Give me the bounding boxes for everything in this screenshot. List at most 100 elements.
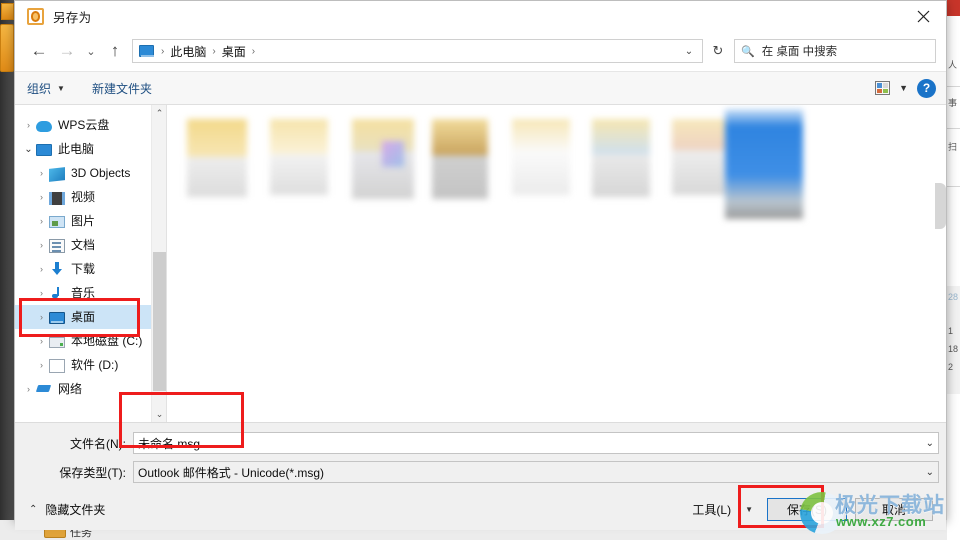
sidebar-item-label: 视频 <box>71 190 96 204</box>
sidebar-item-8[interactable]: › 桌面 <box>15 305 166 329</box>
address-dropdown-button[interactable]: ⌄ <box>680 40 698 62</box>
chevron-down-icon[interactable]: ▼ <box>899 83 908 93</box>
sidebar-item-6[interactable]: › 下载 <box>15 257 166 281</box>
background-divider <box>947 128 960 129</box>
chevron-right-icon[interactable]: › <box>21 120 36 130</box>
sidebar-item-0[interactable]: › WPS云盘 <box>15 113 166 137</box>
scrollbar-thumb[interactable] <box>153 252 166 391</box>
download-icon <box>49 261 65 277</box>
command-toolbar: 组织 ▼ 新建文件夹 ▼ ? <box>15 71 946 105</box>
breadcrumb-separator: › <box>212 45 216 57</box>
chevron-right-icon[interactable]: › <box>34 192 49 202</box>
refresh-button[interactable]: ↻ <box>706 39 730 63</box>
background-app-icon-top <box>1 3 14 20</box>
new-folder-button[interactable]: 新建文件夹 <box>92 80 152 97</box>
file-item-thumbnail[interactable] <box>512 119 570 195</box>
dialog-footer: ⌃ 隐藏文件夹 工具(L) ▼ 保存(S) 取消 <box>15 488 946 530</box>
scroll-down-button[interactable]: ⌄ <box>152 406 166 422</box>
file-list-scroll-indicator[interactable] <box>935 183 946 229</box>
cube-icon <box>49 166 65 182</box>
chevron-right-icon[interactable]: › <box>34 312 49 322</box>
close-button[interactable] <box>901 1 946 31</box>
filename-row: 文件名(N): 未命名.msg ⌄ <box>15 432 939 454</box>
cancel-button[interactable]: 取消 <box>855 497 933 521</box>
footer-buttons: 工具(L) ▼ 保存(S) 取消 <box>686 497 933 521</box>
chevron-down-icon[interactable]: ⌄ <box>926 438 934 449</box>
picture-icon <box>49 216 65 228</box>
chevron-up-icon: ⌃ <box>29 503 38 515</box>
chevron-right-icon[interactable]: › <box>34 360 49 370</box>
hide-folders-toggle[interactable]: ⌃ 隐藏文件夹 <box>29 501 105 518</box>
sidebar-item-label: WPS云盘 <box>58 118 110 132</box>
address-bar[interactable]: › 此电脑 › 桌面 › ⌄ <box>132 39 703 63</box>
background-text-fragment: 28 <box>948 292 959 302</box>
sidebar-item-9[interactable]: › 本地磁盘 (C:) <box>15 329 166 353</box>
breadcrumb-item-desktop[interactable]: 桌面 <box>220 43 248 60</box>
background-text-fragment: 扫 <box>948 142 958 152</box>
sidebar-item-label: 图片 <box>71 214 96 228</box>
chevron-right-icon[interactable]: › <box>34 240 49 250</box>
background-divider <box>947 86 960 87</box>
chevron-right-icon[interactable]: › <box>34 336 49 346</box>
view-layout-icon[interactable] <box>875 81 891 95</box>
sidebar-item-7[interactable]: › 音乐 <box>15 281 166 305</box>
chevron-right-icon[interactable]: › <box>21 384 36 394</box>
sidebar-item-label: 本地磁盘 (C:) <box>71 334 143 348</box>
file-list-pane[interactable] <box>167 105 946 422</box>
search-input[interactable]: 在 桌面 中搜索 <box>762 43 837 59</box>
sidebar-item-5[interactable]: › 文档 <box>15 233 166 257</box>
filename-input[interactable]: 未命名.msg ⌄ <box>133 432 939 454</box>
background-text-fragment: 1 <box>948 326 954 336</box>
back-button[interactable]: ← <box>25 37 53 65</box>
chevron-right-icon[interactable]: › <box>34 264 49 274</box>
breadcrumb-separator: › <box>251 45 256 57</box>
tools-label: 工具(L) <box>692 502 732 517</box>
sidebar-item-4[interactable]: › 图片 <box>15 209 166 233</box>
sidebar-item-label: 文档 <box>71 238 96 252</box>
background-app-icon-second <box>0 24 14 72</box>
background-red-bar <box>947 0 960 16</box>
sidebar-item-2[interactable]: › 3D Objects <box>15 161 166 185</box>
scroll-up-button[interactable]: ⌃ <box>152 105 166 121</box>
file-item-thumbnail[interactable] <box>187 119 247 197</box>
network-icon <box>36 381 52 397</box>
organize-button[interactable]: 组织 ▼ <box>27 80 65 97</box>
file-item-thumbnail-selected[interactable] <box>725 109 803 219</box>
sidebar-item-1[interactable]: ⌄ 此电脑 <box>15 137 166 161</box>
sidebar-scrollbar[interactable]: ⌃ ⌄ <box>151 105 166 422</box>
file-item-thumbnail[interactable] <box>672 119 730 195</box>
chevron-down-icon[interactable]: ⌄ <box>21 144 36 155</box>
chevron-down-icon: ▼ <box>745 504 753 514</box>
file-icon <box>49 358 65 373</box>
title-bar: 另存为 <box>15 1 946 31</box>
background-right-panel <box>947 0 960 540</box>
background-grey-band <box>947 286 960 394</box>
file-item-thumbnail[interactable] <box>432 119 488 199</box>
chevron-right-icon[interactable]: › <box>34 216 49 226</box>
recent-locations-button[interactable]: ⌄ <box>81 37 101 65</box>
file-item-thumbnail[interactable] <box>270 119 328 195</box>
music-icon <box>49 285 65 301</box>
up-button[interactable]: ↑ <box>101 37 129 65</box>
background-text-fragment: 人 <box>948 60 958 70</box>
save-button[interactable]: 保存(S) <box>767 497 847 521</box>
chevron-right-icon[interactable]: › <box>34 168 49 178</box>
search-box[interactable]: 🔍 在 桌面 中搜索 <box>734 39 936 63</box>
help-button[interactable]: ? <box>917 78 936 98</box>
this-pc-icon <box>139 45 154 57</box>
sidebar-item-3[interactable]: › 视频 <box>15 185 166 209</box>
chevron-down-icon[interactable]: ⌄ <box>926 467 934 478</box>
background-text-fragment: 事 <box>948 98 958 108</box>
sidebar-item-11[interactable]: › 网络 <box>15 377 166 401</box>
sidebar-item-10[interactable]: › 软件 (D:) <box>15 353 166 377</box>
sidebar-item-label: 音乐 <box>71 286 96 300</box>
tools-button[interactable]: 工具(L) ▼ <box>686 498 759 521</box>
pc-icon <box>36 144 52 156</box>
organize-label: 组织 <box>27 81 52 96</box>
file-item-thumbnail[interactable] <box>592 119 650 197</box>
chevron-right-icon[interactable]: › <box>34 288 49 298</box>
breadcrumb-item-this-pc[interactable]: 此电脑 <box>168 43 208 60</box>
forward-button[interactable]: → <box>53 37 81 65</box>
savetype-label: 保存类型(T): <box>59 465 126 480</box>
savetype-select[interactable]: Outlook 邮件格式 - Unicode(*.msg) ⌄ <box>133 461 939 483</box>
